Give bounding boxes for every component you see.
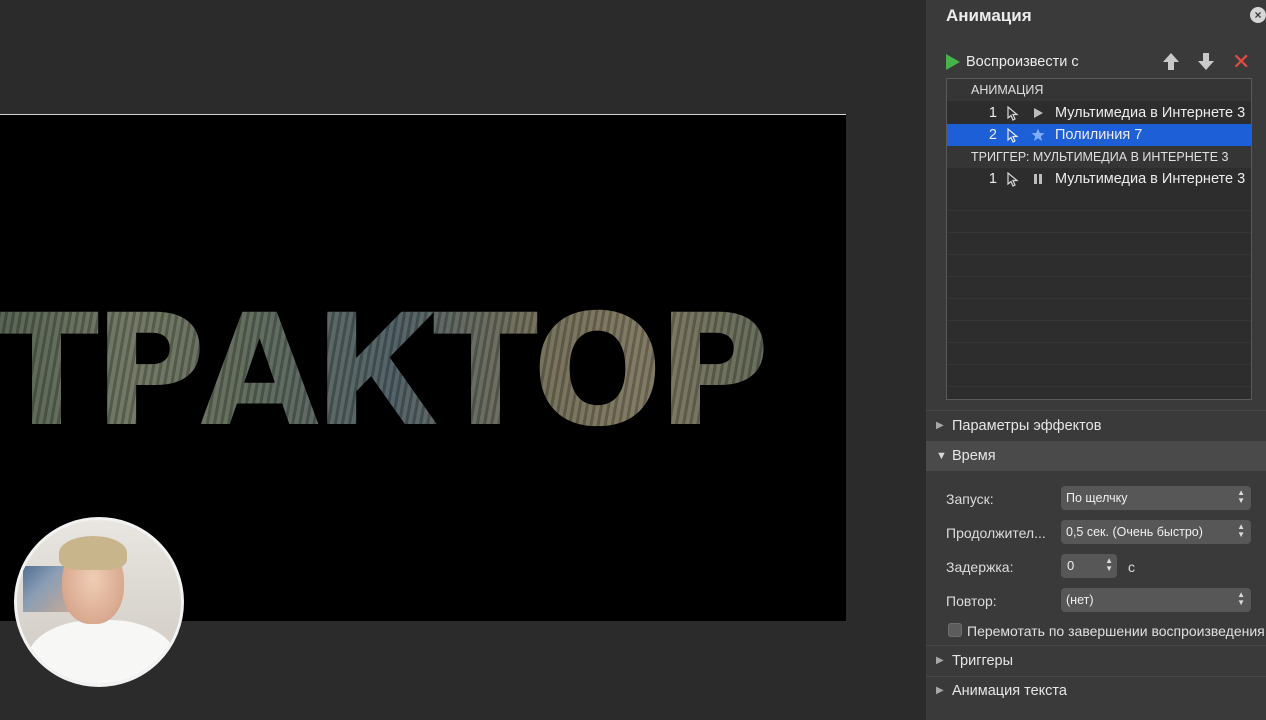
empty-row [947,299,1251,321]
group-header-trigger: ТРИГГЕР: МУЛЬТИМЕДИА В ИНТЕРНЕТЕ 3 [947,146,1251,168]
start-label: Запуск: [946,491,994,507]
arrow-up-icon [1162,53,1180,71]
chevron-right-icon: ▶ [936,655,944,666]
empty-row [947,321,1251,343]
updown-icon: ▲ ▼ [1237,522,1245,539]
delay-label: Задержка: [946,559,1014,575]
start-select[interactable]: По щелчку ▲ ▼ [1061,486,1251,510]
webcam-overlay [14,517,184,687]
group-header-animation: АНИМАЦИЯ [947,79,1251,101]
pane-title: Анимация [946,6,1032,25]
empty-row [947,189,1251,211]
delay-value[interactable]: 0 [1067,558,1074,573]
close-icon: × [1254,8,1262,22]
chevron-down-icon: ▼ [936,450,947,462]
duration-label: Продолжител... [946,525,1046,541]
section-triggers[interactable]: ▶ Триггеры [926,646,1266,676]
stepper-arrows-icon[interactable]: ▲ ▼ [1105,557,1113,573]
animation-label: Полилиния 7 [1055,127,1143,143]
mouse-click-icon [1007,172,1019,187]
section-label: Параметры эффектов [952,418,1102,434]
empty-row [947,255,1251,277]
row-number: 1 [988,171,997,187]
animation-label: Мультимедиа в Интернете 3 [1055,171,1246,187]
move-up-button[interactable] [1162,53,1180,71]
delete-x-icon: ✕ [1232,49,1251,74]
repeat-select[interactable]: (нет) ▲ ▼ [1061,588,1251,612]
section-timing[interactable]: ▼ Время [926,441,1266,471]
updown-icon: ▲ ▼ [1237,590,1245,607]
presenter-hair [59,536,127,570]
animation-row[interactable]: 1 Мультимедиа в Интернете 3 [947,168,1251,190]
row-number: 2 [988,127,997,143]
section-effect-params[interactable]: ▶ Параметры эффектов [926,411,1266,441]
move-down-button[interactable] [1197,53,1215,71]
play-icon [946,54,960,70]
rewind-checkbox[interactable] [948,623,962,637]
section-text-animation[interactable]: ▶ Анимация текста [926,676,1266,706]
delay-unit: с [1128,559,1135,575]
animation-row-selected[interactable]: 2 Полилиния 7 [947,124,1251,146]
duration-value: 0,5 сек. (Очень быстро) [1066,525,1203,539]
arrow-down-icon [1197,53,1215,71]
section-label: Анимация текста [952,683,1067,699]
chevron-right-icon: ▶ [936,420,944,431]
slide-title-text[interactable]: ТРАКТОР [0,295,764,449]
presenter-torso [27,620,177,684]
chevron-right-icon: ▶ [936,685,944,696]
play-icon [1034,108,1043,118]
animation-pane: Анимация × Воспроизвести с ✕ АНИМАЦИЯ 1 [926,0,1266,720]
mouse-click-icon [1007,106,1019,121]
empty-row [947,343,1251,365]
start-value: По щелчку [1066,491,1128,505]
empty-row [947,211,1251,233]
updown-icon: ▲ ▼ [1237,488,1245,505]
row-number: 1 [988,105,997,121]
empty-row [947,365,1251,387]
close-pane-button[interactable]: × [1250,7,1266,23]
pause-icon [1034,174,1042,184]
star-icon [1031,128,1045,141]
empty-row [947,233,1251,255]
delay-stepper[interactable]: 0 ▲ ▼ [1061,554,1117,578]
repeat-label: Повтор: [946,593,997,609]
section-label: Время [952,448,996,464]
duration-select[interactable]: 0,5 сек. (Очень быстро) ▲ ▼ [1061,520,1251,544]
play-from-label: Воспроизвести с [966,54,1079,70]
animation-list[interactable]: АНИМАЦИЯ 1 Мультимедиа в Интернете 3 2 П… [946,78,1252,400]
delete-animation-button[interactable]: ✕ [1232,51,1250,73]
mouse-click-icon [1007,128,1019,143]
empty-row [947,277,1251,299]
slide-canvas-area: ТРАКТОР [0,0,926,720]
rewind-label[interactable]: Перемотать по завершении воспроизведения [967,623,1266,639]
section-label: Триггеры [952,653,1014,669]
animation-label: Мультимедиа в Интернете 3 [1055,105,1246,121]
animation-row[interactable]: 1 Мультимедиа в Интернете 3 [947,102,1251,124]
repeat-value: (нет) [1066,593,1094,607]
